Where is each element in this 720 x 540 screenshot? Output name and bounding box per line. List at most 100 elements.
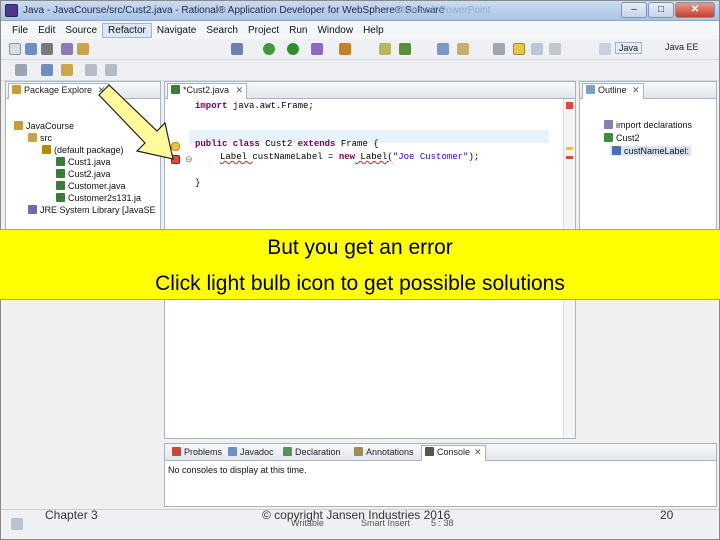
show-whitespace-icon[interactable] xyxy=(549,43,561,55)
last-edit-icon[interactable] xyxy=(61,64,73,76)
outline-tabs: Outline ✕ xyxy=(580,82,716,99)
build-icon[interactable] xyxy=(61,43,73,55)
previous-annotation-icon[interactable] xyxy=(41,64,53,76)
tree-item-label: Cust2.java xyxy=(68,169,111,179)
new-class-icon[interactable] xyxy=(399,43,411,55)
external-tools-icon[interactable] xyxy=(311,43,323,55)
tab-label: Javadoc xyxy=(240,447,274,457)
outline-item-label: import declarations xyxy=(616,120,693,130)
tab-javadoc[interactable]: Javadoc xyxy=(225,446,277,458)
field-icon xyxy=(612,146,621,155)
menu-help[interactable]: Help xyxy=(358,24,389,37)
tree-item[interactable]: Cust2.java xyxy=(56,169,111,179)
print-icon[interactable] xyxy=(41,43,53,55)
bottom-panel: Problems Javadoc Declaration Annotations Con… xyxy=(164,443,717,507)
tab-label: Problems xyxy=(184,447,223,457)
open-perspective-icon[interactable] xyxy=(599,43,611,55)
debug-icon[interactable] xyxy=(263,43,275,55)
code-line-2[interactable]: public class Cust2 extends Frame { xyxy=(195,139,379,149)
save-icon[interactable] xyxy=(25,43,37,55)
javadoc-icon xyxy=(228,447,237,456)
outline-item-label: Cust2 xyxy=(616,133,640,143)
back-icon[interactable] xyxy=(85,64,97,76)
tree-item-label: JavaCourse xyxy=(26,121,75,131)
tab-package-explorer[interactable]: Package Explore ✕ xyxy=(8,83,110,99)
slide-footer-chapter: Chapter 3 xyxy=(45,508,98,522)
fold-icon[interactable]: ⊖ xyxy=(185,154,193,165)
tree-item[interactable]: src xyxy=(28,133,52,143)
outline-item-label: custNameLabel: xyxy=(624,146,690,156)
close-button[interactable]: ✕ xyxy=(675,2,715,18)
tree-item[interactable]: Customer2s131.ja xyxy=(56,193,141,203)
minimize-button[interactable]: – xyxy=(621,2,647,18)
imports-icon xyxy=(604,120,613,129)
code-line-3[interactable]: Label custNameLabel = new Label("Joe Cus… xyxy=(220,152,479,162)
tab-annotations[interactable]: Annotations xyxy=(351,446,417,458)
title-bar: Java - JavaCourse/src/Cust2.java - Ratio… xyxy=(1,1,719,21)
menu-refactor[interactable]: Refactor xyxy=(102,22,152,38)
server-icon[interactable] xyxy=(231,43,243,55)
menu-project[interactable]: Project xyxy=(243,24,284,37)
callout-banner: But you get an error Click light bulb ic… xyxy=(0,229,720,300)
slide-footer-copyright: © copyright Jansen Industries 2016 xyxy=(262,508,451,522)
perspective-java-ee[interactable]: Java EE xyxy=(665,42,699,52)
tab-outline[interactable]: Outline ✕ xyxy=(582,83,644,99)
tab-label: Declaration xyxy=(295,447,341,457)
main-toolbar: Java Java EE xyxy=(1,39,719,60)
tab-declaration[interactable]: Declaration xyxy=(280,446,344,458)
menu-source[interactable]: Source xyxy=(60,24,102,37)
menu-edit[interactable]: Edit xyxy=(33,24,60,37)
tab-console[interactable]: Console ✕ xyxy=(421,445,486,461)
open-task-icon[interactable] xyxy=(437,43,449,55)
tree-item[interactable]: JavaCourse xyxy=(14,121,74,131)
toggle-mark-icon[interactable] xyxy=(493,43,505,55)
search-icon[interactable] xyxy=(457,43,469,55)
toggle-highlight-icon[interactable] xyxy=(513,43,525,55)
menu-run[interactable]: Run xyxy=(284,24,312,37)
menu-search[interactable]: Search xyxy=(201,24,243,37)
error-marker[interactable] xyxy=(566,156,573,159)
warning-marker[interactable] xyxy=(566,147,573,150)
menu-file[interactable]: File xyxy=(7,24,33,37)
close-icon[interactable]: ✕ xyxy=(236,85,244,95)
editor-tabs: *Cust2.java ✕ xyxy=(165,82,575,99)
close-icon[interactable]: ✕ xyxy=(474,447,482,457)
forward-icon[interactable] xyxy=(105,64,117,76)
folder-icon xyxy=(28,133,37,142)
code-line-1[interactable]: import java.awt.Frame; xyxy=(195,101,314,111)
package-explorer-icon xyxy=(12,85,21,94)
fast-view-icon[interactable] xyxy=(11,518,23,530)
folder-icon xyxy=(14,121,23,130)
new-java-project-icon[interactable] xyxy=(339,43,351,55)
run-icon[interactable] xyxy=(287,43,299,55)
pointer-arrow xyxy=(98,84,174,160)
error-indicator-icon[interactable] xyxy=(566,102,573,109)
secondary-toolbar xyxy=(1,60,719,81)
new-package-icon[interactable] xyxy=(379,43,391,55)
callout-line-2: Click light bulb icon to get possible so… xyxy=(155,272,565,295)
code-line-4[interactable]: } xyxy=(195,178,200,188)
next-annotation-icon[interactable] xyxy=(15,64,27,76)
menu-navigate[interactable]: Navigate xyxy=(152,24,201,37)
perspective-java[interactable]: Java xyxy=(615,42,643,54)
tab-label: Console xyxy=(437,447,471,457)
tree-item[interactable]: Customer.java xyxy=(56,181,126,191)
new-icon[interactable] xyxy=(9,43,21,55)
outline-item[interactable]: Cust2 xyxy=(604,133,640,143)
maximize-button[interactable]: □ xyxy=(648,2,674,18)
block-selection-icon[interactable] xyxy=(531,43,543,55)
java-file-icon xyxy=(56,169,65,178)
tree-item-label: src xyxy=(40,133,52,143)
background-window-title: Microsoft PowerPoint xyxy=(396,5,491,16)
menu-window[interactable]: Window xyxy=(312,24,358,37)
java-file-icon xyxy=(56,181,65,190)
outline-item[interactable]: import declarations xyxy=(604,120,692,130)
window-controls: – □ ✕ xyxy=(621,2,715,18)
tab-problems[interactable]: Problems xyxy=(169,446,225,458)
app-icon xyxy=(5,4,18,17)
outline-item[interactable]: custNameLabel: xyxy=(610,146,692,156)
close-icon[interactable]: ✕ xyxy=(632,85,640,95)
library-icon xyxy=(28,205,37,214)
open-type-icon[interactable] xyxy=(77,43,89,55)
tree-item[interactable]: JRE System Library [JavaSE xyxy=(28,205,156,215)
